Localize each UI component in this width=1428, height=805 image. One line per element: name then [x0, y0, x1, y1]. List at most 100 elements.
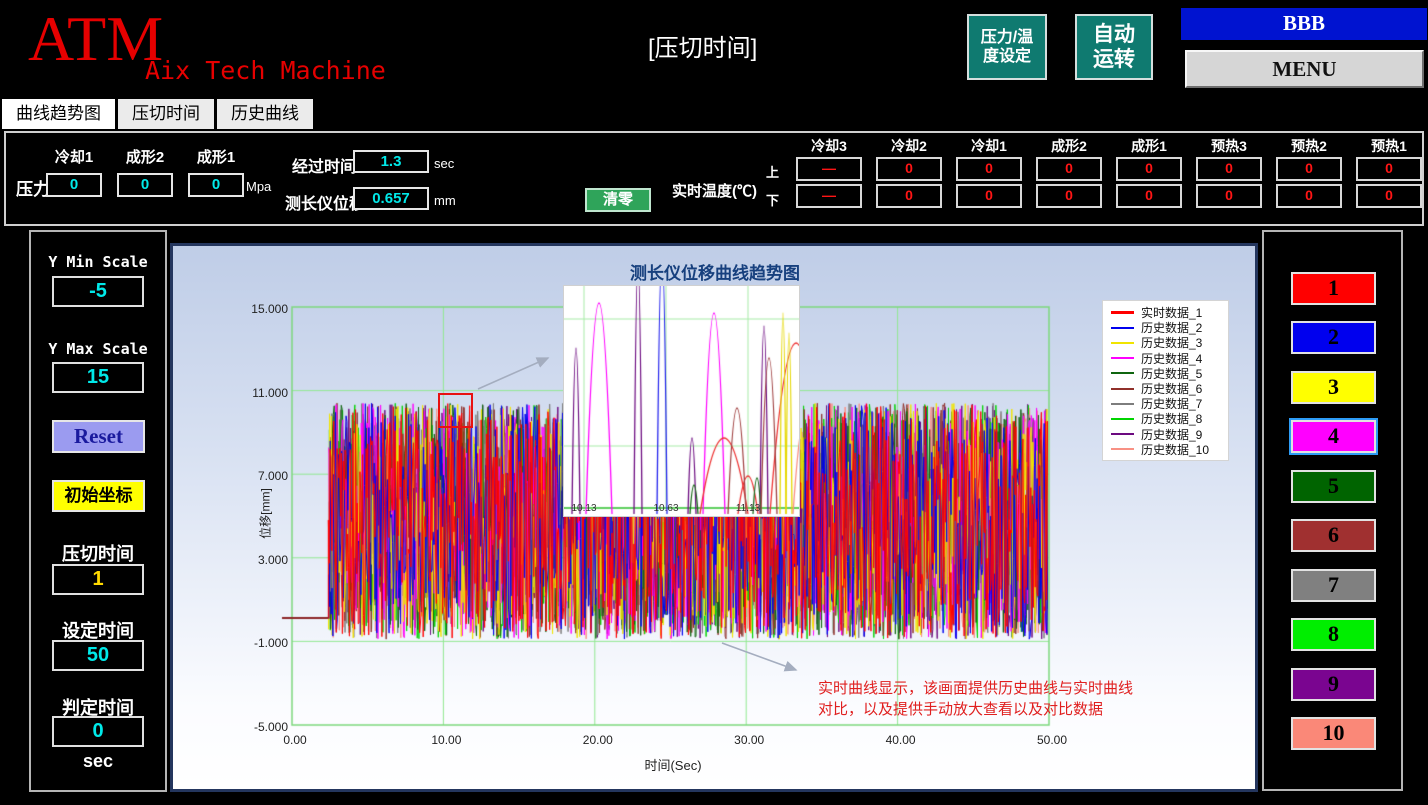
- menu-button[interactable]: MENU: [1185, 50, 1424, 88]
- x-tick-label: 10.00: [416, 733, 476, 747]
- pressure-unit: Mpa: [246, 179, 271, 194]
- y-tick-label: -1.000: [228, 636, 288, 650]
- chart-annotation-line2: 对比，以及提供手动放大查看以及对比数据: [818, 698, 1103, 719]
- page-title: [压切时间]: [648, 28, 757, 63]
- temp-column: 冷却3 — —: [796, 136, 862, 208]
- y-min-scale-input[interactable]: -5: [52, 276, 144, 307]
- temp-value-lower: 0: [1276, 184, 1342, 208]
- zoom-inset-plot: [564, 286, 799, 516]
- temp-value-lower: 0: [1196, 184, 1262, 208]
- temp-value-upper: 0: [876, 157, 942, 181]
- temp-column-header: 预热2: [1276, 136, 1342, 154]
- auto-run-label-line1: 自动: [1077, 22, 1151, 47]
- temp-value-upper: 0: [1036, 157, 1102, 181]
- legend-swatch: [1111, 342, 1134, 344]
- legend-swatch: [1111, 433, 1134, 435]
- pressure-field-label: 成形1: [181, 146, 251, 167]
- auto-run-button[interactable]: 自动 运转: [1075, 14, 1153, 80]
- curve-button-4[interactable]: 4: [1291, 420, 1376, 453]
- press-cut-time-input[interactable]: 1: [52, 564, 144, 595]
- temp-column: 预热3 0 0: [1196, 136, 1262, 208]
- temp-value-lower: 0: [1036, 184, 1102, 208]
- tab-curve-trend[interactable]: 曲线趋势图: [2, 99, 115, 129]
- temp-column: 成形1 0 0: [1116, 136, 1182, 208]
- temp-column-header: 预热1: [1356, 136, 1422, 154]
- x-tick-label: 50.00: [1022, 733, 1082, 747]
- temp-value-upper: 0: [1196, 157, 1262, 181]
- pressure-field-group: 成形20: [110, 146, 180, 197]
- temp-column: 冷却200: [876, 136, 942, 208]
- chart-legend: 实时数据_1历史数据_2历史数据_3历史数据_4历史数据_5历史数据_6历史数据…: [1102, 300, 1229, 461]
- tab-history-curve[interactable]: 历史曲线: [217, 99, 313, 129]
- zoom-inset-chart: [563, 285, 800, 517]
- tab-press-time[interactable]: 压切时间: [118, 99, 214, 129]
- init-coordinates-button[interactable]: 初始坐标: [52, 480, 145, 512]
- curve-button-9[interactable]: 9: [1291, 668, 1376, 701]
- y-tick-label: 15.000: [228, 302, 288, 316]
- pressure-field-value: 0: [117, 173, 173, 197]
- temp-value-lower: —: [796, 184, 862, 208]
- y-tick-label: 7.000: [228, 469, 288, 483]
- temp-value-upper: 0: [1356, 157, 1422, 181]
- temp-column-header: 冷却3: [796, 136, 862, 154]
- temp-value-lower: 0: [956, 184, 1022, 208]
- station-title-bar: BBB: [1181, 8, 1427, 40]
- temp-row-upper-label: 上: [766, 162, 779, 181]
- x-tick-label: 30.00: [719, 733, 779, 747]
- temp-column-header: 成形1: [1116, 136, 1182, 154]
- x-tick-label: 0.00: [265, 733, 325, 747]
- y-min-scale-label: Y Min Scale: [29, 253, 167, 271]
- temp-value-upper: 0: [1116, 157, 1182, 181]
- elapsed-time-label: 经过时间: [292, 153, 356, 177]
- pressure-field-value: 0: [46, 173, 102, 197]
- y-max-scale-label: Y Max Scale: [29, 340, 167, 358]
- judge-time-input[interactable]: 0: [52, 716, 144, 747]
- y-max-scale-input[interactable]: 15: [52, 362, 144, 393]
- temp-column: 冷却100: [956, 136, 1022, 208]
- reset-button[interactable]: Reset: [52, 420, 145, 453]
- legend-item: 历史数据_4: [1111, 351, 1222, 366]
- legend-swatch: [1111, 418, 1134, 420]
- pressure-field-value: 0: [188, 173, 244, 197]
- curve-button-7[interactable]: 7: [1291, 569, 1376, 602]
- legend-item: 历史数据_8: [1111, 411, 1222, 426]
- pressure-temp-settings-button[interactable]: 压力/温 度设定: [967, 14, 1047, 80]
- legend-swatch: [1111, 327, 1134, 329]
- temp-column: 成形200: [1036, 136, 1102, 208]
- app-logo-subtitle: Aix Tech Machine: [145, 56, 386, 85]
- inset-x-tick-label: 11.13: [728, 503, 768, 514]
- zoom-selection-rect[interactable]: [438, 393, 473, 428]
- chart-title: 测长仪位移曲线趋势图: [515, 259, 915, 284]
- curve-button-8[interactable]: 8: [1291, 618, 1376, 651]
- curve-button-3[interactable]: 3: [1291, 371, 1376, 404]
- legend-swatch: [1111, 357, 1134, 359]
- y-tick-label: -5.000: [228, 720, 288, 734]
- legend-swatch: [1111, 403, 1134, 405]
- set-time-input[interactable]: 50: [52, 640, 144, 671]
- time-unit-label: sec: [29, 751, 167, 772]
- temp-column: 预热200: [1276, 136, 1342, 208]
- y-tick-label: 3.000: [228, 553, 288, 567]
- curve-button-2[interactable]: 2: [1291, 321, 1376, 354]
- curve-select-panel: [1262, 230, 1403, 791]
- legend-item: 实时数据_1: [1111, 305, 1222, 320]
- curve-button-5[interactable]: 5: [1291, 470, 1376, 503]
- temp-value-upper: —: [796, 157, 862, 181]
- curve-button-10[interactable]: 10: [1291, 717, 1376, 750]
- legend-item: 历史数据_3: [1111, 335, 1222, 350]
- temp-column-header: 预热3: [1196, 136, 1262, 154]
- pressure-field-group: 冷却10: [39, 146, 109, 197]
- temp-row-lower-label: 下: [766, 190, 779, 209]
- legend-item: 历史数据_10: [1111, 442, 1222, 457]
- temp-column: 预热1 0 0: [1356, 136, 1422, 208]
- legend-swatch: [1111, 448, 1134, 450]
- tab-bar: 曲线趋势图压切时间历史曲线: [2, 99, 313, 129]
- clear-zero-button[interactable]: 清零: [585, 188, 651, 212]
- displacement-value: 0.657: [353, 187, 429, 210]
- temp-value-lower: 0: [1356, 184, 1422, 208]
- temp-value-lower: 0: [1116, 184, 1182, 208]
- curve-button-6[interactable]: 6: [1291, 519, 1376, 552]
- legend-swatch: [1111, 311, 1134, 314]
- curve-button-1[interactable]: 1: [1291, 272, 1376, 305]
- displacement-unit: mm: [434, 193, 456, 208]
